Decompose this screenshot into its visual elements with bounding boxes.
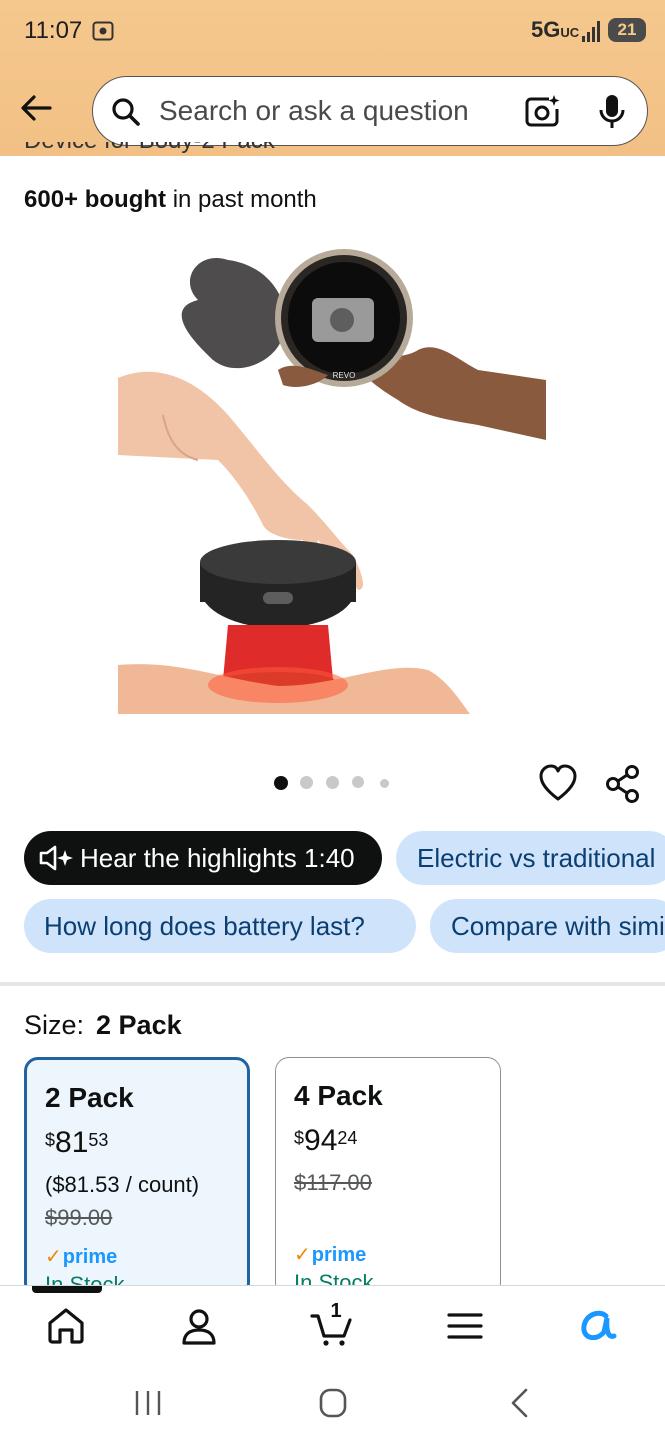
question-chip[interactable]: Compare with similar: [430, 899, 665, 953]
chip-label: Compare with similar: [451, 911, 665, 941]
section-divider: [0, 982, 665, 986]
search-input[interactable]: Search or ask a question: [159, 95, 469, 127]
carousel-dot[interactable]: [300, 776, 313, 789]
prime-badge: ✓prime: [294, 1244, 367, 1266]
carousel-dot[interactable]: [326, 776, 339, 789]
carousel-dot[interactable]: [380, 779, 389, 788]
search-icon: [112, 98, 140, 126]
network-type: 5GUC: [531, 17, 580, 42]
speaker-sparkle-icon: [39, 845, 73, 871]
brand-logo: REVO: [333, 371, 356, 380]
size-option-4-pack[interactable]: 4 Pack $9424 $117.00 ✓prime In Stock: [275, 1057, 501, 1297]
variant-price: $9424: [294, 1124, 358, 1157]
prime-badge: ✓prime: [45, 1246, 118, 1268]
share-icon[interactable]: [604, 764, 642, 804]
microphone-icon[interactable]: [597, 93, 627, 131]
product-image[interactable]: REVO: [118, 240, 546, 714]
active-tab-indicator: [32, 1286, 102, 1293]
variant-price: $8153: [45, 1126, 109, 1159]
back-arrow-icon[interactable]: [16, 88, 56, 128]
battery-indicator: 21: [608, 18, 646, 42]
account-icon[interactable]: [177, 1304, 221, 1348]
variant-name: 2 Pack: [45, 1082, 134, 1113]
size-option-2-pack[interactable]: 2 Pack $8153 ($81.53 / count) $99.00 ✓pr…: [24, 1057, 250, 1297]
size-label: Size: 2 Pack: [24, 1010, 182, 1040]
selected-size: 2 Pack: [96, 1010, 182, 1040]
carousel-dot[interactable]: [352, 776, 364, 788]
menu-icon[interactable]: [443, 1304, 487, 1348]
question-chip[interactable]: How long does battery last?: [24, 899, 416, 953]
signal-icon: [582, 21, 600, 42]
heart-icon[interactable]: [538, 764, 578, 802]
bottom-navigation: [0, 1285, 665, 1365]
camera-lens-icon[interactable]: [523, 93, 561, 131]
back-button-icon[interactable]: [500, 1385, 540, 1421]
carousel-dot[interactable]: [274, 776, 288, 790]
status-time: 11:07: [24, 17, 83, 44]
status-bar: 11:07 5GUC 21: [0, 0, 665, 64]
recent-apps-icon[interactable]: [128, 1385, 168, 1421]
search-bar[interactable]: Search or ask a question: [92, 76, 648, 146]
home-button-icon[interactable]: [313, 1385, 353, 1421]
home-icon[interactable]: [44, 1304, 88, 1348]
rufus-icon[interactable]: [576, 1304, 620, 1348]
bought-count: 600+ bought in past month: [24, 186, 317, 213]
cart-count-badge: 1: [330, 1300, 342, 1322]
chip-label: Hear the highlights 1:40: [80, 843, 355, 873]
list-price: $99.00: [45, 1205, 113, 1230]
chip-label: How long does battery last?: [44, 911, 365, 941]
list-price: $117.00: [294, 1170, 372, 1195]
question-chip[interactable]: Electric vs traditional: [396, 831, 665, 885]
product-title: Device for Body-2 Pack: [24, 142, 275, 156]
unit-price: ($81.53 / count): [45, 1172, 200, 1197]
screen-record-icon: [92, 21, 114, 41]
hear-highlights-button[interactable]: Hear the highlights 1:40: [24, 831, 382, 885]
chip-label: Electric vs traditional: [417, 843, 656, 873]
system-navigation: [0, 1365, 665, 1440]
app-header: 11:07 5GUC 21 Search or ask a question: [0, 0, 665, 156]
variant-name: 4 Pack: [294, 1080, 383, 1111]
